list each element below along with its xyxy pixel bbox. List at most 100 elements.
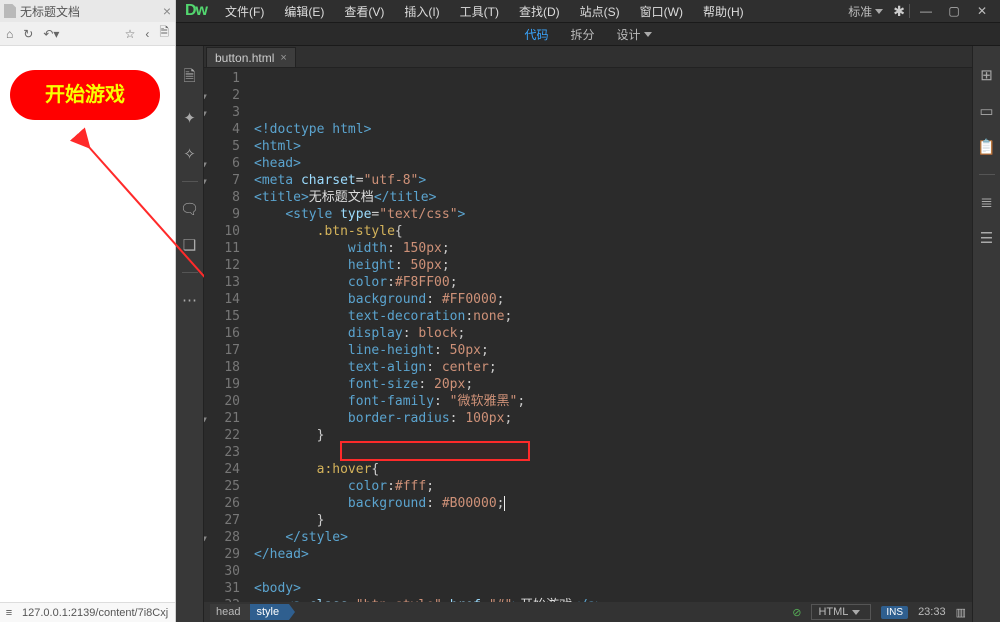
code-line[interactable]: border-radius: 100px; xyxy=(254,410,972,427)
breadcrumb-item[interactable]: style xyxy=(250,604,289,620)
code-line[interactable]: height: 50px; xyxy=(254,257,972,274)
code-line[interactable]: <body> xyxy=(254,580,972,597)
star-icon[interactable]: ☆ xyxy=(125,27,136,41)
line-number: 27 xyxy=(204,512,240,529)
code-line[interactable]: background: #FF0000; xyxy=(254,291,972,308)
wand-icon[interactable]: ✧ xyxy=(183,145,196,163)
preview-pane: 无标题文档 × ⌂ ↻ ↶▾ ☆ ‹ 🗎 开始游戏 xyxy=(0,0,176,622)
comment-icon[interactable]: 🗨 xyxy=(180,200,199,218)
line-number: 24 xyxy=(204,461,240,478)
code-editor[interactable]: 1234567891011121314151617181920212223242… xyxy=(204,68,972,602)
clipboard-icon[interactable]: 📋 xyxy=(977,138,996,156)
close-icon[interactable]: × xyxy=(163,3,171,19)
line-number: 2 xyxy=(204,87,240,104)
list-icon[interactable]: ≣ xyxy=(980,193,993,211)
preview-tab[interactable]: 无标题文档 xyxy=(4,3,163,20)
line-number: 14 xyxy=(204,291,240,308)
briefcase-icon[interactable]: ☰ xyxy=(980,229,993,247)
workspace-layout-dropdown[interactable]: 标准 xyxy=(842,1,889,22)
file-tab[interactable]: button.html × xyxy=(206,47,296,67)
encoding-dropdown[interactable]: HTML xyxy=(811,604,871,620)
gear-icon[interactable] xyxy=(893,3,905,20)
preview-tab-title: 无标题文档 xyxy=(20,3,80,20)
annotation-highlight xyxy=(340,441,530,461)
error-indicator-icon[interactable]: ⊘ xyxy=(792,606,801,619)
encoding-label: HTML xyxy=(818,606,848,618)
preview-body: 开始游戏 xyxy=(0,46,175,602)
menu-item[interactable]: 帮助(H) xyxy=(694,0,753,23)
home-icon[interactable]: ⌂ xyxy=(6,27,13,41)
left-tool-strip: 🗎 ✦ ✧ 🗨 ❏ ⋯ xyxy=(176,46,204,622)
line-number: 26 xyxy=(204,495,240,512)
line-number: 3 xyxy=(204,104,240,121)
chevron-down-icon xyxy=(852,610,860,615)
code-line[interactable]: <!doctype html> xyxy=(254,121,972,138)
devices-icon[interactable]: ▭ xyxy=(979,102,993,120)
code-line[interactable]: </head> xyxy=(254,546,972,563)
code-line[interactable]: line-height: 50px; xyxy=(254,342,972,359)
code-line[interactable]: text-decoration:none; xyxy=(254,308,972,325)
menu-item[interactable]: 查找(D) xyxy=(510,0,569,23)
code-line[interactable]: font-size: 20px; xyxy=(254,376,972,393)
code-line[interactable]: <style type="text/css"> xyxy=(254,206,972,223)
line-number: 12 xyxy=(204,257,240,274)
code-line[interactable]: <title>无标题文档</title> xyxy=(254,189,972,206)
close-button[interactable]: ✕ xyxy=(970,4,994,18)
code-line[interactable]: text-align: center; xyxy=(254,359,972,376)
menu-item[interactable]: 文件(F) xyxy=(216,0,273,23)
back-icon[interactable]: ‹ xyxy=(145,27,149,41)
grid-icon[interactable]: ⊞ xyxy=(980,66,993,84)
code-line[interactable]: <meta charset="utf-8"> xyxy=(254,172,972,189)
chevron-down-icon xyxy=(875,9,883,14)
menu-item[interactable]: 窗口(W) xyxy=(631,0,692,23)
line-number: 32 xyxy=(204,597,240,602)
start-game-button[interactable]: 开始游戏 xyxy=(10,70,160,120)
hamburger-icon[interactable]: ≡ xyxy=(0,607,18,619)
code-line[interactable]: display: block; xyxy=(254,325,972,342)
code-line[interactable]: .btn-style{ xyxy=(254,223,972,240)
line-number: 31 xyxy=(204,580,240,597)
code-line[interactable]: width: 150px; xyxy=(254,240,972,257)
code-line[interactable]: color:#fff; xyxy=(254,478,972,495)
code-line[interactable]: <a class="btn-style" href="#">开始游戏</a> xyxy=(254,597,972,602)
code-line[interactable]: background: #B00000; xyxy=(254,495,972,512)
line-number: 7 xyxy=(204,172,240,189)
code-line[interactable]: font-family: "微软雅黑"; xyxy=(254,393,972,410)
code-line[interactable] xyxy=(254,563,972,580)
layers-icon[interactable]: ❏ xyxy=(183,236,196,254)
sparkle-icon[interactable]: ✦ xyxy=(183,109,196,127)
line-number: 9 xyxy=(204,206,240,223)
view-split[interactable]: 拆分 xyxy=(570,26,594,43)
minimize-button[interactable]: — xyxy=(914,4,938,18)
undo-dropdown-icon[interactable]: ↶▾ xyxy=(43,27,59,41)
menu-item[interactable]: 站点(S) xyxy=(571,0,629,23)
menu-item[interactable]: 工具(T) xyxy=(451,0,508,23)
reload-icon[interactable]: ↻ xyxy=(23,27,33,41)
file-manager-icon[interactable]: 🗎 xyxy=(183,66,195,91)
insert-mode-indicator[interactable]: INS xyxy=(881,606,908,619)
menu-item[interactable]: 插入(I) xyxy=(395,0,448,23)
menu-item[interactable]: 查看(V) xyxy=(335,0,393,23)
code-line[interactable]: </style> xyxy=(254,529,972,546)
view-design-label: 设计 xyxy=(617,26,641,43)
doc-icon[interactable]: 🗎 xyxy=(159,23,169,44)
panel-toggle-icon[interactable]: ▥ xyxy=(956,606,966,619)
menu-item[interactable]: 编辑(E) xyxy=(275,0,333,23)
breadcrumb: headstyle xyxy=(204,604,289,620)
view-code[interactable]: 代码 xyxy=(524,26,548,43)
file-tabs: button.html × xyxy=(204,46,972,68)
right-tool-strip: ⊞ ▭ 📋 ≣ ☰ xyxy=(972,46,1000,622)
workspace-layout-label: 标准 xyxy=(848,3,872,20)
code-line[interactable]: <html> xyxy=(254,138,972,155)
code-line[interactable]: <head> xyxy=(254,155,972,172)
breadcrumb-item[interactable]: head xyxy=(210,604,250,620)
code-line[interactable]: a:hover{ xyxy=(254,461,972,478)
line-number: 4 xyxy=(204,121,240,138)
code-line[interactable]: } xyxy=(254,512,972,529)
close-icon[interactable]: × xyxy=(280,52,286,64)
more-icon[interactable]: ⋯ xyxy=(182,291,197,309)
maximize-button[interactable]: ▢ xyxy=(942,4,966,18)
view-design[interactable]: 设计 xyxy=(617,26,652,43)
code-line[interactable]: color:#F8FF00; xyxy=(254,274,972,291)
line-number: 5 xyxy=(204,138,240,155)
